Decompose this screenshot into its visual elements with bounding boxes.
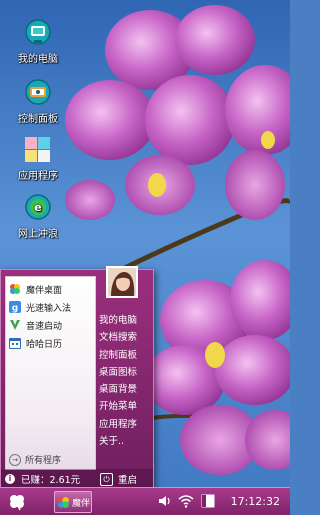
desktop-icon-internet[interactable]: e 网上冲浪 bbox=[10, 193, 66, 240]
desktop-icon-label: 网上冲浪 bbox=[18, 229, 58, 240]
quick-launch-icon bbox=[9, 319, 21, 331]
app-label: 哈哈日历 bbox=[26, 339, 63, 350]
internet-icon: e bbox=[23, 193, 53, 223]
svg-text:g: g bbox=[12, 304, 18, 314]
start-button[interactable] bbox=[8, 493, 26, 511]
wifi-icon[interactable] bbox=[178, 493, 194, 509]
applications-icon bbox=[23, 135, 53, 165]
desktop-icon-label: 我的电脑 bbox=[18, 54, 58, 65]
user-avatar[interactable] bbox=[106, 266, 138, 298]
earnings-label: 已赚：2.61元 bbox=[21, 475, 81, 486]
svg-text:e: e bbox=[34, 201, 41, 214]
desktop-icon-control-panel[interactable]: 控制面板 bbox=[10, 78, 66, 125]
menu-item-desktop-background[interactable]: 桌面背景 bbox=[99, 381, 151, 398]
volume-icon[interactable] bbox=[157, 493, 173, 509]
computer-icon bbox=[23, 18, 53, 48]
power-icon: ⏻ bbox=[100, 472, 113, 486]
all-programs-label: 所有程序 bbox=[25, 456, 62, 466]
menu-item-my-computer[interactable]: 我的电脑 bbox=[99, 312, 151, 329]
start-menu-footer: i 已赚：2.61元 ⏻ 重启 bbox=[1, 469, 153, 489]
earnings-status: i 已赚：2.61元 bbox=[5, 472, 80, 486]
menu-item-start-menu[interactable]: 开始菜单 bbox=[99, 398, 151, 415]
menu-item-about[interactable]: 关于.. bbox=[99, 433, 151, 450]
desktop-icon-label: 控制面板 bbox=[18, 114, 58, 125]
menu-item-control-panel[interactable]: 控制面板 bbox=[99, 347, 151, 364]
start-menu-app-mobian[interactable]: 魔伴桌面 bbox=[6, 281, 95, 297]
info-icon: i bbox=[5, 474, 15, 484]
desktop-icon-label: 应用程序 bbox=[18, 171, 58, 182]
taskbar-item-mobian[interactable]: 魔伴 bbox=[54, 491, 92, 513]
calendar-icon bbox=[9, 337, 21, 349]
all-programs-button[interactable]: → 所有程序 bbox=[9, 453, 61, 466]
menu-item-document-search[interactable]: 文档搜索 bbox=[99, 329, 151, 346]
start-menu-right-panel: 我的电脑 文档搜索 控制面板 桌面图标 桌面背景 开始菜单 应用程序 关于.. bbox=[99, 312, 151, 450]
start-menu-app-quick-launch[interactable]: 音速启动 bbox=[6, 317, 95, 333]
control-panel-icon bbox=[23, 78, 53, 108]
restart-button[interactable]: ⏻ 重启 bbox=[100, 472, 137, 486]
start-menu-app-input-method[interactable]: g 光速输入法 bbox=[6, 299, 95, 315]
menu-item-applications[interactable]: 应用程序 bbox=[99, 416, 151, 433]
start-menu: 魔伴桌面 g 光速输入法 音速启动 哈哈日历 → 所有程序 我的电脑 文档搜索 … bbox=[0, 269, 154, 490]
taskbar-clock[interactable]: 17:12:32 bbox=[231, 495, 280, 508]
taskbar-item-label: 魔伴 bbox=[72, 498, 91, 509]
restart-label: 重启 bbox=[118, 475, 138, 486]
battery-icon[interactable] bbox=[200, 493, 216, 509]
app-label: 光速输入法 bbox=[26, 303, 72, 314]
app-label: 魔伴桌面 bbox=[26, 285, 63, 296]
clover-icon bbox=[10, 495, 24, 511]
input-method-icon: g bbox=[9, 301, 21, 314]
arrow-right-icon: → bbox=[9, 453, 21, 466]
start-menu-app-list: 魔伴桌面 g 光速输入法 音速启动 哈哈日历 → 所有程序 bbox=[5, 276, 96, 470]
mobian-desktop-icon bbox=[9, 283, 21, 295]
desktop-icon-applications[interactable]: 应用程序 bbox=[10, 135, 66, 182]
start-menu-app-calendar[interactable]: 哈哈日历 bbox=[6, 335, 95, 351]
taskbar: 魔伴 17:12:32 bbox=[0, 487, 290, 515]
mobian-desktop-icon bbox=[57, 496, 70, 509]
menu-item-desktop-icons[interactable]: 桌面图标 bbox=[99, 364, 151, 381]
desktop-icon-my-computer[interactable]: 我的电脑 bbox=[10, 18, 66, 65]
app-label: 音速启动 bbox=[26, 321, 63, 332]
